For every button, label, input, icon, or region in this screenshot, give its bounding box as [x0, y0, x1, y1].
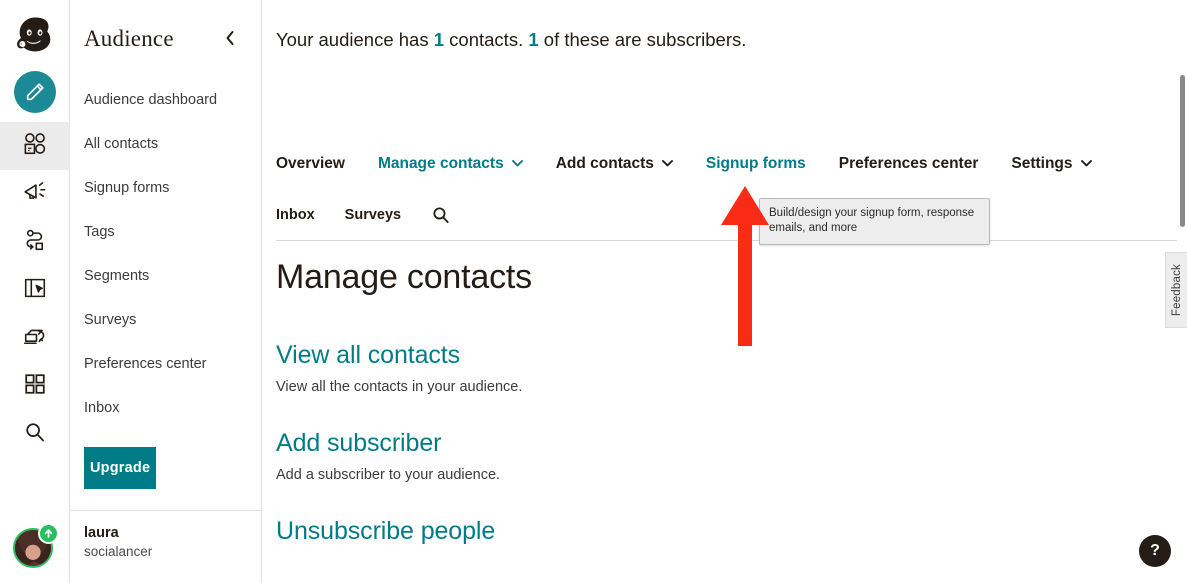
tab-add-contacts-label: Add contacts — [555, 155, 654, 172]
sidebar-item-tags[interactable]: Tags — [70, 210, 261, 254]
summary-subscribers-count: 1 — [528, 29, 539, 50]
tab-preferences-center[interactable]: Preferences center — [839, 155, 979, 173]
tab-overview-label: Overview — [276, 155, 345, 172]
tab-manage-contacts[interactable]: Manage contacts — [378, 155, 523, 173]
rail-item-campaigns[interactable] — [0, 170, 70, 218]
chevron-left-icon[interactable] — [221, 28, 239, 51]
mailchimp-audience-page: ? Audience Audience dashboard All contac… — [0, 0, 1187, 583]
tab-add-contacts[interactable]: Add contacts — [556, 155, 673, 173]
arrow-up-badge-icon — [38, 523, 59, 544]
tab-signup-forms[interactable]: Signup forms — [706, 155, 806, 173]
grid-apps-icon — [23, 372, 47, 401]
chevron-down-icon — [511, 159, 523, 170]
summary-suffix: of these are subscribers. — [538, 29, 747, 50]
mailchimp-freddie-logo[interactable]: ? — [0, 0, 70, 68]
summary-middle: contacts. — [444, 29, 529, 50]
upgrade-button[interactable]: Upgrade — [84, 447, 157, 489]
desc-view-all-contacts: View all the contacts in your audience. — [276, 379, 523, 395]
red-up-arrow-annotation — [719, 184, 771, 353]
tab-signup-forms-label: Signup forms — [705, 155, 806, 172]
rail-item-audience[interactable] — [0, 122, 70, 170]
vertical-scrollbar-thumb[interactable] — [1180, 75, 1185, 227]
megaphone-icon — [22, 179, 48, 210]
link-unsubscribe-people[interactable]: Unsubscribe people — [276, 517, 1167, 546]
secondary-nav: Inbox Surveys — [276, 205, 451, 225]
sidebar-item-inbox[interactable]: Inbox — [70, 386, 261, 430]
primary-nav: Overview Manage contacts Add contacts Si… — [276, 155, 1092, 173]
tab-settings-label: Settings — [1011, 155, 1073, 172]
audience-faces-icon — [22, 131, 48, 162]
tab-manage-contacts-label: Manage contacts — [377, 155, 504, 172]
sidebar-item-signup-forms[interactable]: Signup forms — [70, 166, 261, 210]
rail-item-content-studio[interactable] — [0, 314, 70, 362]
sidebar-item-segments[interactable]: Segments — [70, 254, 261, 298]
account-footer[interactable]: laura socialancer — [70, 510, 261, 583]
avatar[interactable] — [13, 523, 59, 569]
sidebar-item-all-contacts[interactable]: All contacts — [70, 122, 261, 166]
subtab-inbox[interactable]: Inbox — [276, 207, 315, 223]
tab-preferences-center-label: Preferences center — [838, 155, 979, 172]
link-add-subscriber[interactable]: Add subscriber — [276, 429, 1167, 458]
rail-item-integrations[interactable] — [0, 362, 70, 410]
tab-settings[interactable]: Settings — [1011, 155, 1092, 173]
audience-summary: Your audience has 1 contacts. 1 of these… — [262, 0, 1187, 51]
rail-item-landing-pages[interactable] — [0, 266, 70, 314]
section-unsubscribe-people: Unsubscribe people — [276, 517, 1167, 546]
sidebar-item-audience-dashboard[interactable]: Audience dashboard — [70, 78, 261, 122]
postcard-icon — [22, 323, 48, 354]
sidebar-item-preferences-center[interactable]: Preferences center — [70, 342, 261, 386]
subtab-surveys[interactable]: Surveys — [345, 207, 401, 223]
sidebar-title: Audience — [84, 26, 174, 51]
chevron-down-icon — [661, 159, 673, 170]
desc-add-subscriber: Add a subscriber to your audience. — [276, 467, 501, 483]
account-name: laura — [84, 525, 119, 541]
rail-item-search[interactable] — [0, 410, 70, 458]
pencil-icon — [13, 71, 56, 113]
audience-sidebar: Audience Audience dashboard All contacts… — [70, 0, 262, 583]
summary-prefix: Your audience has — [276, 29, 434, 50]
sidebar-item-surveys[interactable]: Surveys — [70, 298, 261, 342]
rail-item-automations[interactable] — [0, 218, 70, 266]
search-icon[interactable] — [431, 205, 451, 225]
landing-page-icon — [22, 275, 48, 306]
help-button[interactable]: ? — [1139, 535, 1171, 567]
chevron-down-icon — [1080, 159, 1092, 170]
feedback-tab[interactable]: Feedback — [1165, 252, 1187, 328]
journey-path-icon — [22, 227, 48, 258]
primary-icon-rail: ? — [0, 0, 70, 583]
sidebar-nav-list: Audience dashboard All contacts Signup f… — [70, 78, 261, 489]
signup-forms-tooltip: Build/design your signup form, response … — [759, 198, 990, 245]
sidebar-header: Audience — [70, 0, 261, 52]
account-org: socialancer — [84, 544, 153, 559]
search-icon — [23, 420, 47, 449]
tab-overview[interactable]: Overview — [276, 155, 345, 173]
summary-contacts-count: 1 — [433, 29, 445, 50]
feedback-tab-label: Feedback — [1170, 263, 1183, 317]
section-add-subscriber: Add subscriber Add a subscriber to your … — [276, 429, 1167, 483]
rail-item-create-campaign[interactable] — [0, 68, 70, 116]
